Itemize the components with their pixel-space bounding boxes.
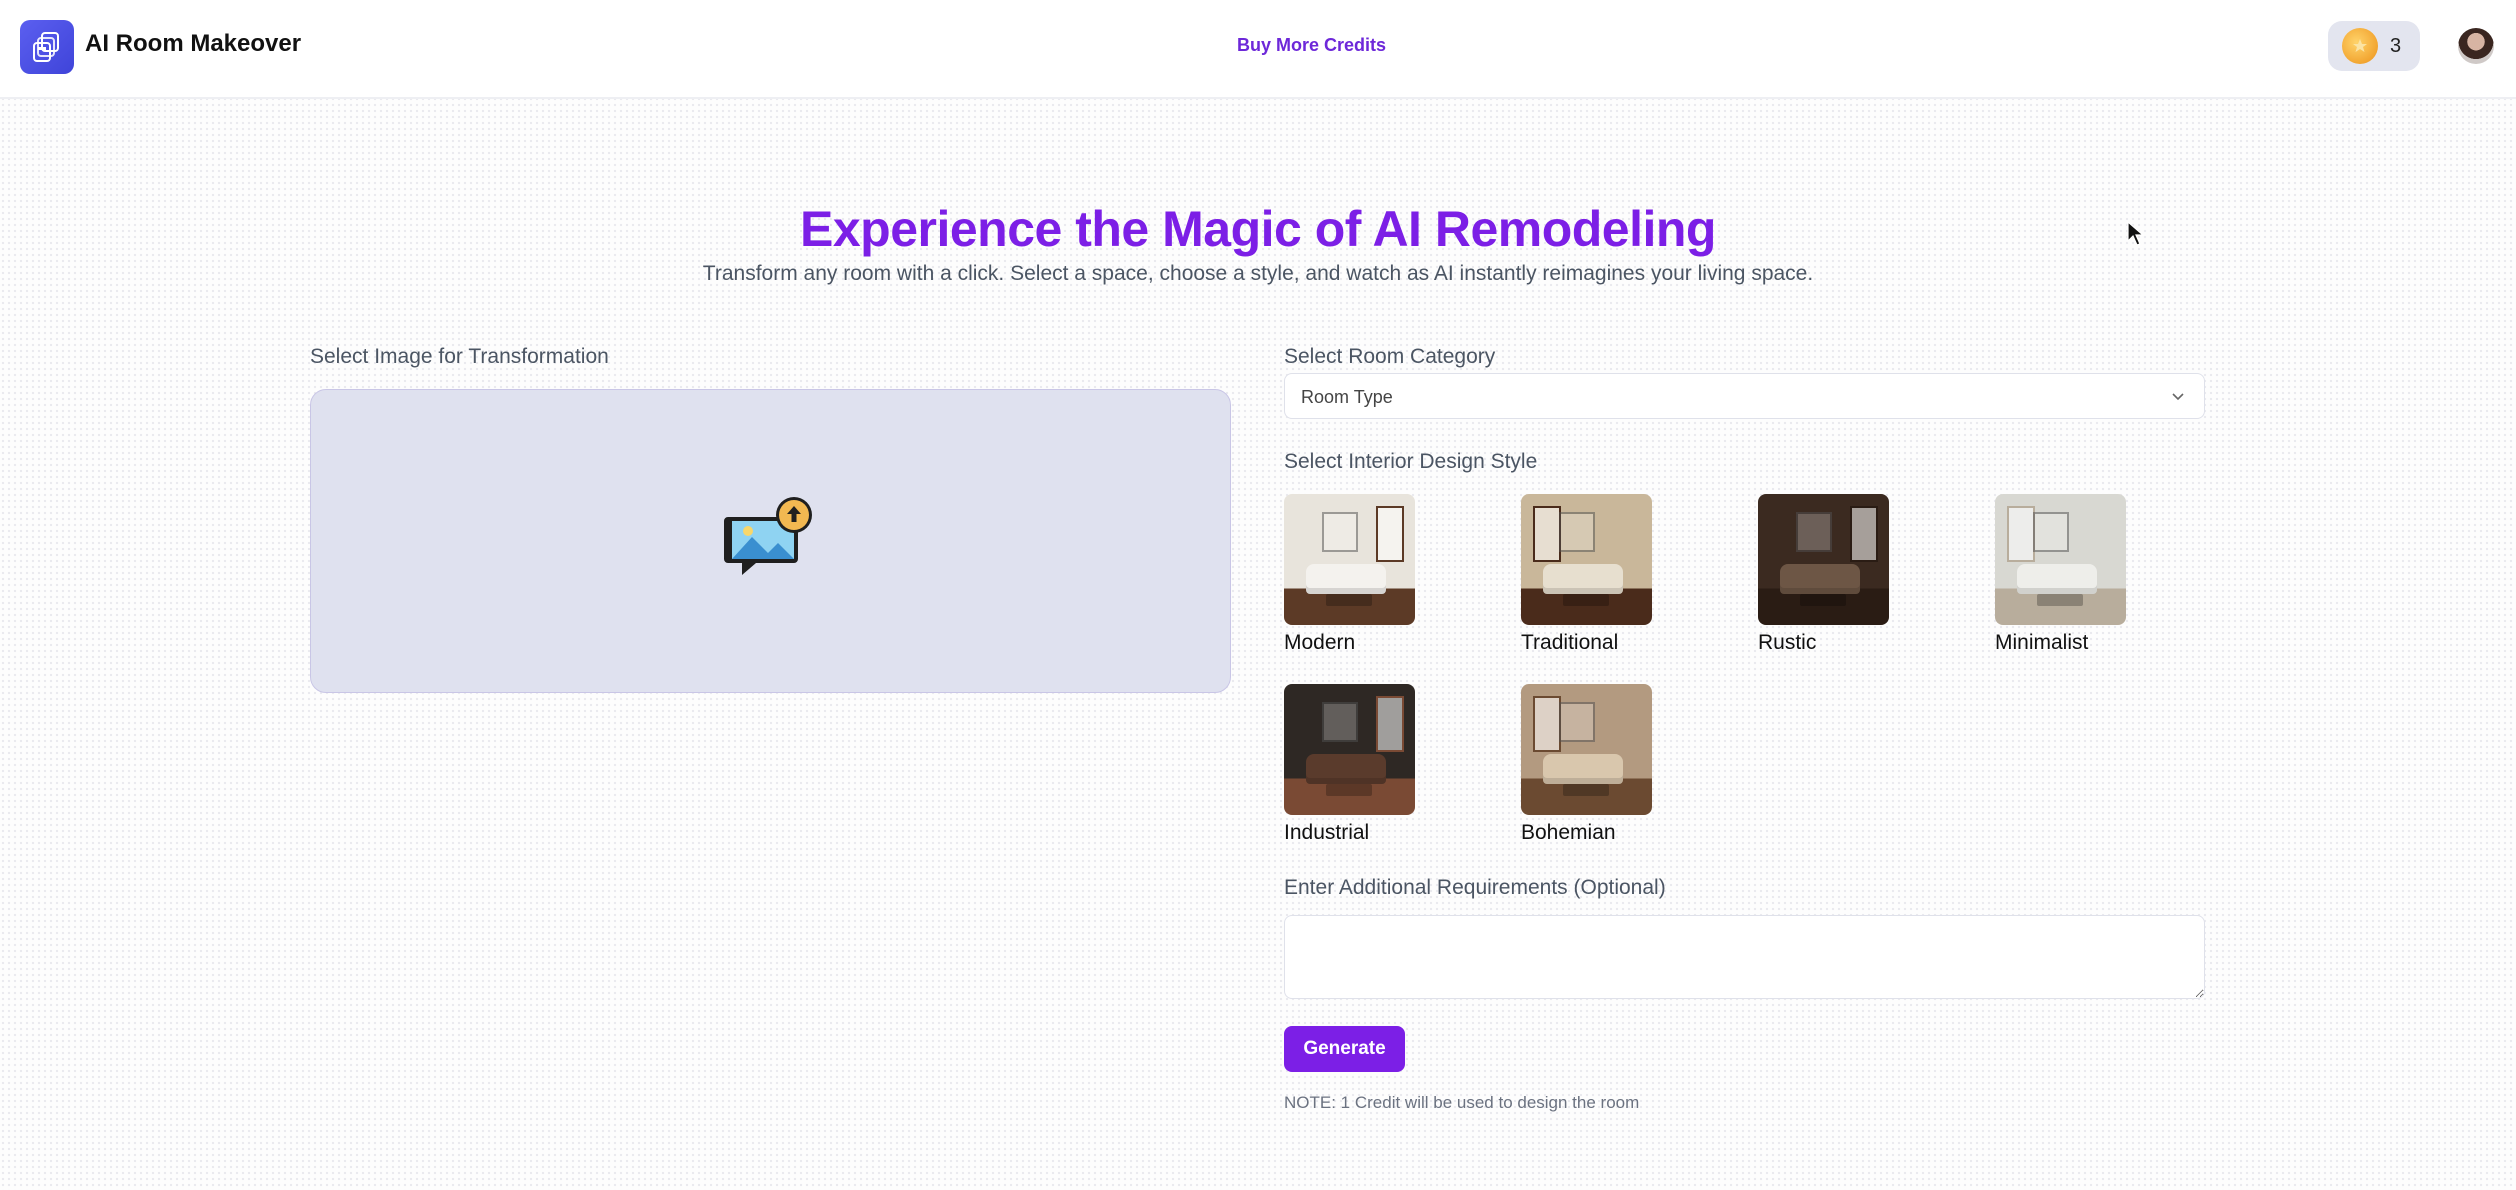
style-thumbnail bbox=[1284, 684, 1415, 815]
style-thumbnail bbox=[1284, 494, 1415, 625]
image-upload-dropzone[interactable] bbox=[310, 389, 1231, 693]
thumb-table bbox=[2037, 594, 2083, 606]
thumb-table bbox=[1563, 784, 1609, 796]
style-name: Industrial bbox=[1284, 821, 1370, 844]
user-avatar[interactable] bbox=[2458, 28, 2494, 64]
thumb-window bbox=[1850, 506, 1878, 562]
top-navbar: AI Room Makeover Buy More Credits 3 bbox=[0, 0, 2516, 99]
hero-subtitle: Transform any room with a click. Select … bbox=[702, 262, 1814, 285]
upload-label: Select Image for Transformation bbox=[310, 345, 609, 368]
image-upload-icon bbox=[722, 495, 820, 596]
requirements-label: Enter Additional Requirements (Optional) bbox=[1284, 876, 1666, 899]
thumb-sofa bbox=[1543, 564, 1623, 594]
thumb-sofa bbox=[2017, 564, 2097, 594]
style-name: Minimalist bbox=[1995, 631, 2089, 654]
thumb-table bbox=[1563, 594, 1609, 606]
thumb-sofa bbox=[1306, 564, 1386, 594]
thumb-window bbox=[2007, 506, 2035, 562]
credit-note: NOTE: 1 Credit will be used to design th… bbox=[1284, 1093, 1640, 1112]
thumb-window bbox=[1376, 696, 1404, 752]
room-type-select[interactable]: Room Type bbox=[1284, 373, 2205, 419]
thumb-wall-art bbox=[1559, 512, 1595, 552]
mouse-cursor-icon bbox=[2127, 220, 2145, 252]
style-option-modern[interactable]: Modern bbox=[1284, 494, 1434, 664]
thumb-wall-art bbox=[2033, 512, 2069, 552]
style-option-rustic[interactable]: Rustic bbox=[1758, 494, 1908, 664]
thumb-sofa bbox=[1306, 754, 1386, 784]
thumb-wall-art bbox=[1322, 512, 1358, 552]
thumb-sofa bbox=[1780, 564, 1860, 594]
credit-count: 3 bbox=[2390, 34, 2402, 57]
style-name: Rustic bbox=[1758, 631, 1817, 654]
thumb-window bbox=[1533, 696, 1561, 752]
buy-more-credits-link[interactable]: Buy More Credits bbox=[1237, 35, 1386, 56]
app-title[interactable]: AI Room Makeover bbox=[85, 30, 301, 58]
app-logo-icon[interactable] bbox=[20, 20, 74, 74]
thumb-table bbox=[1800, 594, 1846, 606]
style-name: Modern bbox=[1284, 631, 1356, 654]
style-thumbnail bbox=[1521, 494, 1652, 625]
thumb-table bbox=[1326, 784, 1372, 796]
style-option-bohemian[interactable]: Bohemian bbox=[1521, 684, 1671, 854]
style-option-traditional[interactable]: Traditional bbox=[1521, 494, 1671, 664]
thumb-window bbox=[1533, 506, 1561, 562]
thumb-sofa bbox=[1543, 754, 1623, 784]
thumb-window bbox=[1376, 506, 1404, 562]
thumb-wall-art bbox=[1559, 702, 1595, 742]
style-thumbnail bbox=[1758, 494, 1889, 625]
style-option-minimalist[interactable]: Minimalist bbox=[1995, 494, 2145, 664]
thumb-table bbox=[1326, 594, 1372, 606]
style-thumbnail bbox=[1995, 494, 2126, 625]
coin-icon bbox=[2342, 28, 2378, 64]
room-category-label: Select Room Category bbox=[1284, 345, 1496, 368]
requirements-textarea[interactable] bbox=[1284, 915, 2205, 999]
generate-button[interactable]: Generate bbox=[1284, 1026, 1405, 1072]
style-name: Traditional bbox=[1521, 631, 1619, 654]
room-type-value: Room Type bbox=[1301, 387, 1393, 407]
thumb-wall-art bbox=[1322, 702, 1358, 742]
style-name: Bohemian bbox=[1521, 821, 1616, 844]
credits-badge[interactable]: 3 bbox=[2328, 21, 2420, 71]
style-option-industrial[interactable]: Industrial bbox=[1284, 684, 1434, 854]
style-thumbnail bbox=[1521, 684, 1652, 815]
thumb-wall-art bbox=[1796, 512, 1832, 552]
chevron-down-icon bbox=[2170, 388, 2186, 409]
design-style-label: Select Interior Design Style bbox=[1284, 450, 1538, 473]
